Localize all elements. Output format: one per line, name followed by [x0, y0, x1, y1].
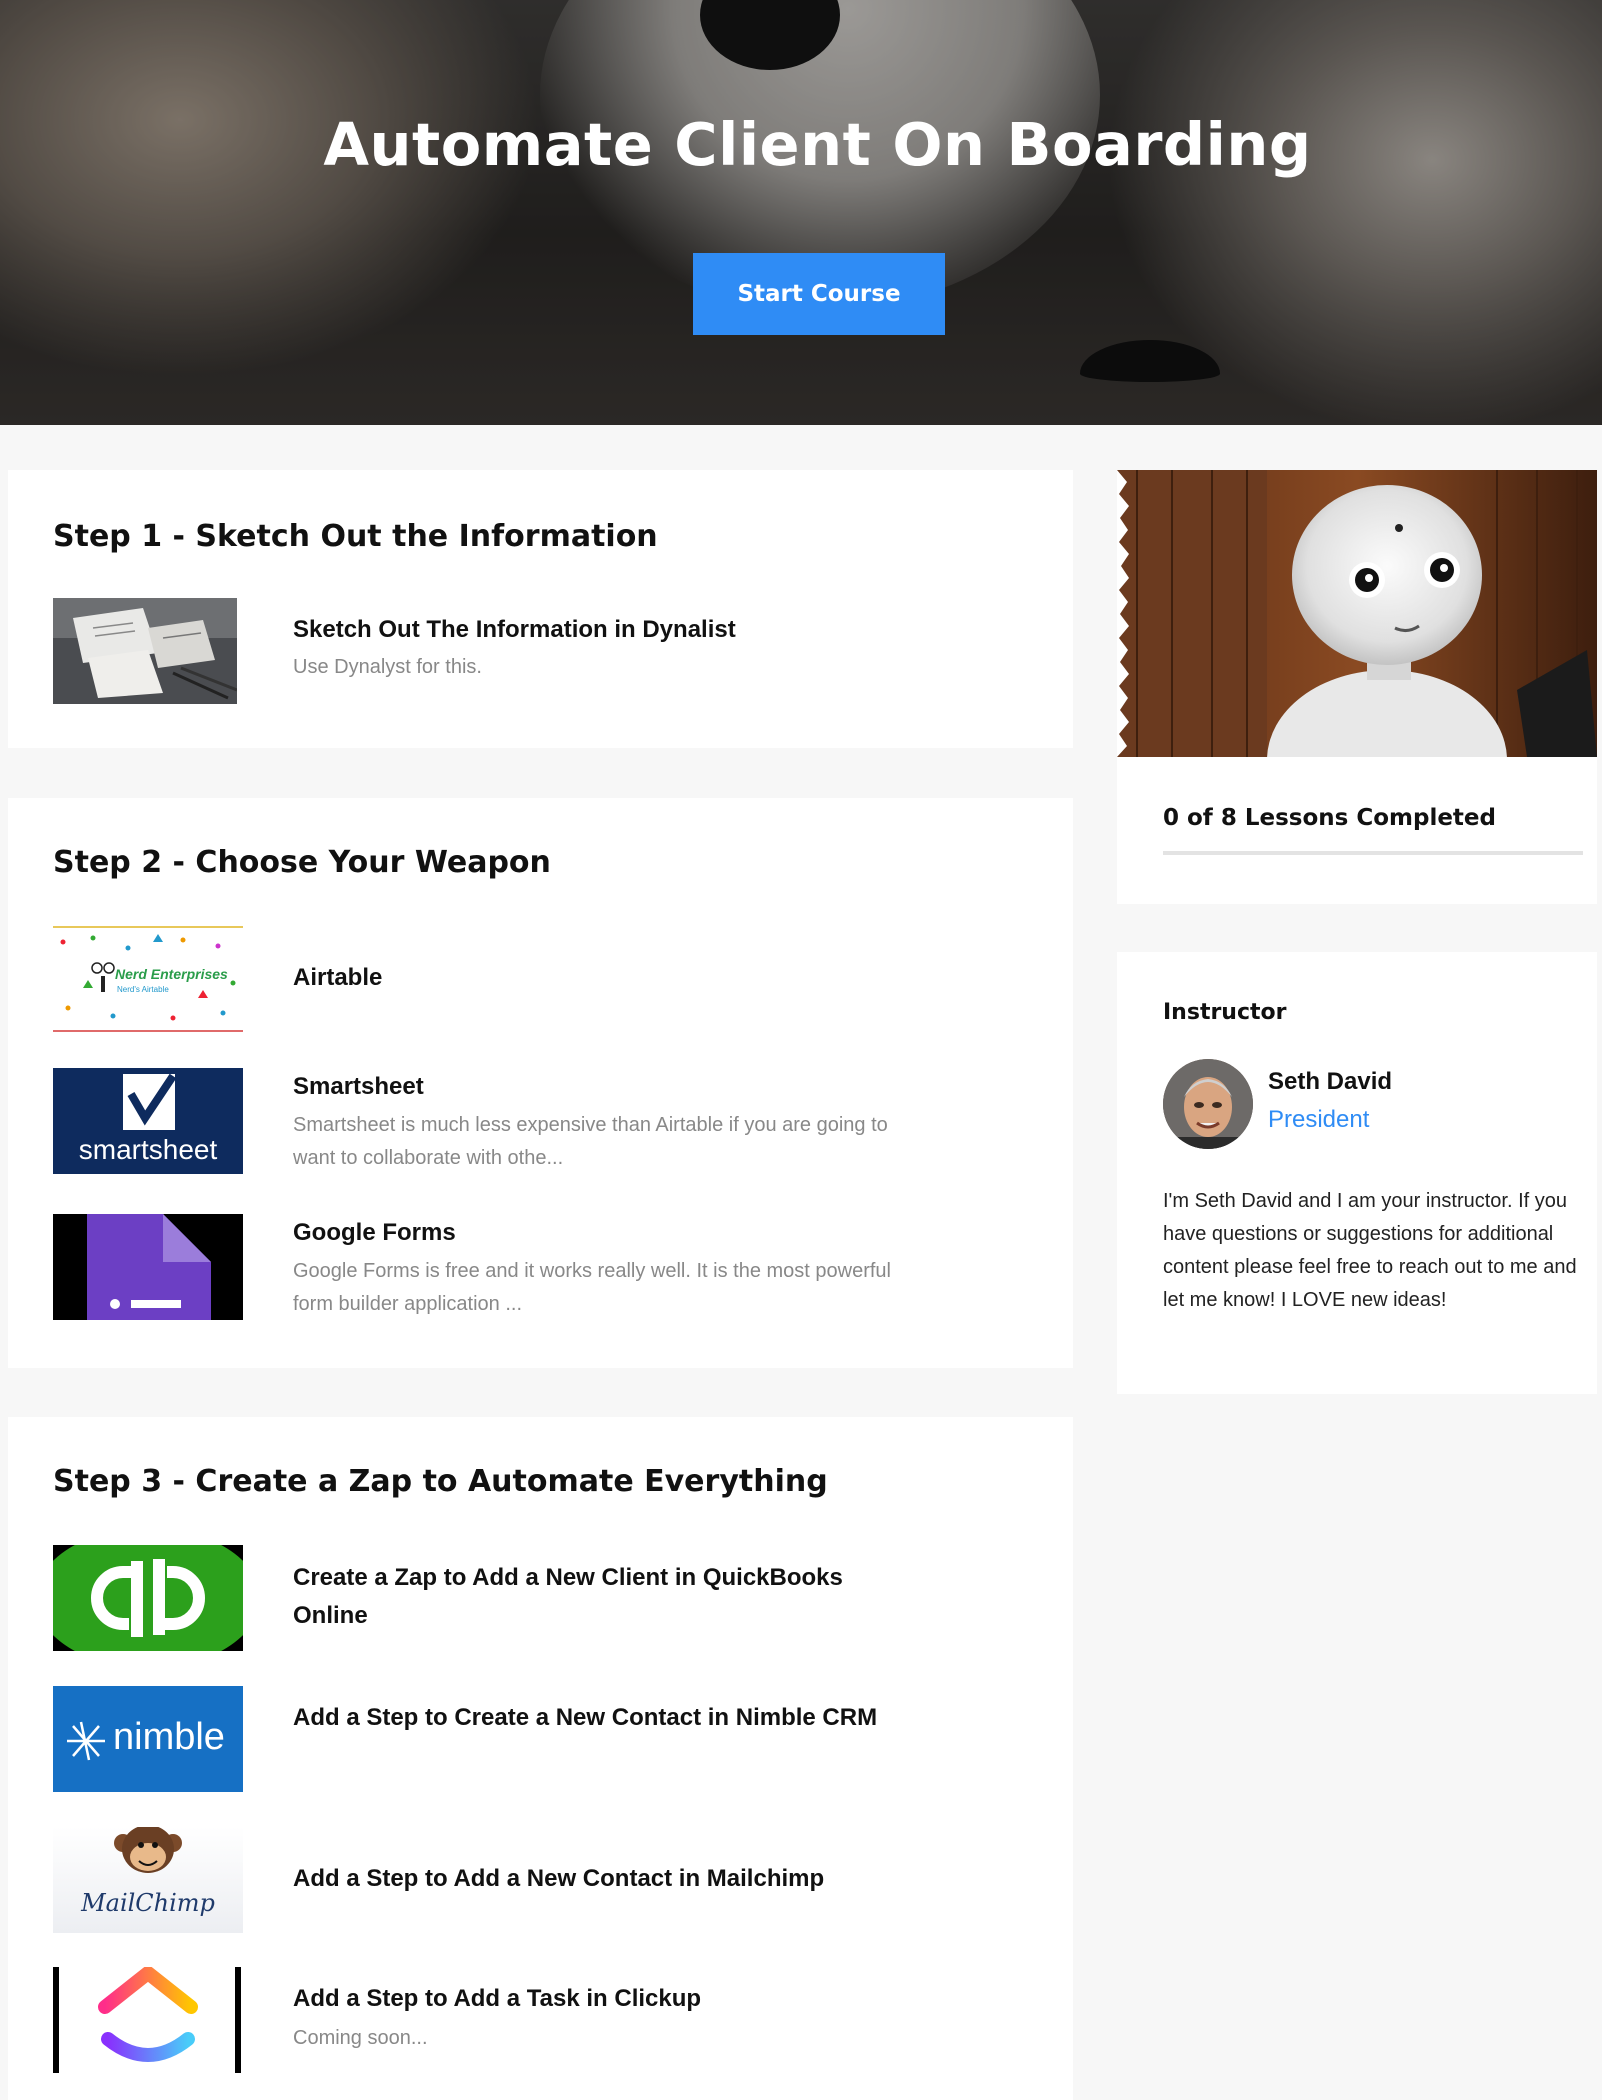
lesson-item[interactable]: Add a Step to Add a Task in Clickup Comi…: [53, 1967, 1033, 2073]
step-title: Step 2 - Choose Your Weapon: [53, 845, 551, 880]
step-card-2: Step 2 - Choose Your Weapon Nerd Enterpr…: [8, 798, 1073, 1368]
lesson-title[interactable]: Sketch Out The Information in Dynalist: [293, 611, 893, 649]
lesson-item[interactable]: Google Forms Google Forms is free and it…: [53, 1214, 1033, 1320]
lesson-title[interactable]: Smartsheet: [293, 1068, 893, 1106]
instructor-name: Seth David: [1268, 1068, 1393, 1095]
robot-photo: [1117, 470, 1597, 757]
nimble-logo-thumbnail[interactable]: nimble: [53, 1686, 243, 1792]
lesson-description: Smartsheet is much less expensive than A…: [293, 1114, 888, 1169]
instructor-heading: Instructor: [1163, 1000, 1287, 1025]
thumb-logo-text: nimble: [113, 1716, 225, 1758]
step-title: Step 3 - Create a Zap to Automate Everyt…: [53, 1464, 828, 1499]
smartsheet-logo-thumbnail[interactable]: smartsheet: [53, 1068, 243, 1174]
lesson-item[interactable]: Nerd Enterprises Nerd's Airtable Airtabl…: [53, 926, 1033, 1032]
step-card-3: Step 3 - Create a Zap to Automate Everyt…: [8, 1417, 1073, 2100]
progress-bar: [1163, 851, 1583, 855]
lesson-title[interactable]: Google Forms: [293, 1214, 893, 1252]
mailchimp-logo-thumbnail[interactable]: MailChimp: [53, 1827, 243, 1933]
lesson-item[interactable]: Sketch Out The Information in Dynalist U…: [53, 598, 1033, 704]
lesson-description: Use Dynalyst for this.: [293, 656, 482, 678]
step-title: Step 1 - Sketch Out the Information: [53, 519, 658, 554]
thumb-logo-subtext: Nerd's Airtable: [117, 985, 169, 994]
thumb-logo-text: smartsheet: [78, 1134, 218, 1165]
thumb-logo-text: MailChimp: [81, 1889, 215, 1917]
lessons-completed-label: 0 of 8 Lessons Completed: [1163, 805, 1496, 831]
lesson-title[interactable]: Airtable: [293, 959, 893, 997]
lesson-item[interactable]: Create a Zap to Add a New Client in Quic…: [53, 1545, 1033, 1651]
lesson-title[interactable]: Create a Zap to Add a New Client in Quic…: [293, 1559, 893, 1635]
lesson-item[interactable]: smartsheet Smartsheet Smartsheet is much…: [53, 1068, 1033, 1174]
instructor-avatar: [1163, 1059, 1253, 1149]
hero-banner: Automate Client On Boarding Start Course: [0, 0, 1602, 425]
course-title: Automate Client On Boarding: [323, 110, 1312, 179]
lesson-title[interactable]: Add a Step to Add a New Contact in Mailc…: [293, 1860, 893, 1898]
start-course-button[interactable]: Start Course: [693, 253, 945, 335]
thumb-logo-text: Nerd Enterprises: [115, 966, 228, 982]
lesson-description: Google Forms is free and it works really…: [293, 1260, 891, 1315]
lesson-title[interactable]: Add a Step to Add a Task in Clickup: [293, 1980, 893, 2018]
desk-photo-thumbnail[interactable]: [53, 598, 237, 704]
lesson-description: Coming soon...: [293, 2027, 428, 2049]
lesson-item[interactable]: MailChimp Add a Step to Add a New Contac…: [53, 1827, 1033, 1933]
quickbooks-logo-thumbnail[interactable]: [53, 1545, 243, 1651]
lesson-title[interactable]: Add a Step to Create a New Contact in Ni…: [293, 1699, 893, 1737]
nerd-enterprises-logo-thumbnail[interactable]: Nerd Enterprises Nerd's Airtable: [53, 926, 243, 1032]
lesson-item[interactable]: nimble Add a Step to Create a New Contac…: [53, 1686, 1033, 1792]
instructor-role: President: [1268, 1106, 1370, 1133]
hero-overlay: [0, 0, 1602, 425]
step-card-1: Step 1 - Sketch Out the Information Sket…: [8, 470, 1073, 748]
google-forms-logo-thumbnail[interactable]: [53, 1214, 243, 1320]
clickup-logo-thumbnail[interactable]: [53, 1967, 243, 2073]
instructor-bio: I'm Seth David and I am your instructor.…: [1163, 1190, 1577, 1311]
